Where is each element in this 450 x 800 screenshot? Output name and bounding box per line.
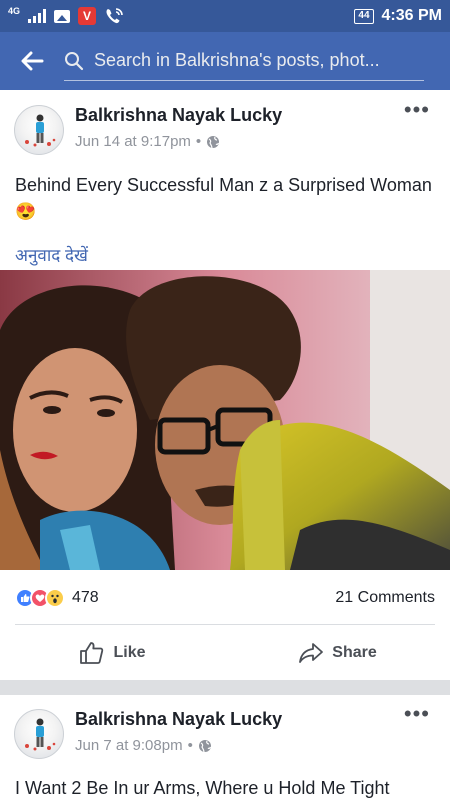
reactions-summary[interactable]: 478 21 Comments <box>0 578 450 618</box>
post-author[interactable]: Balkrishna Nayak Lucky <box>75 105 282 126</box>
post-actions: Like Share <box>0 627 450 679</box>
signal-icon <box>28 9 47 23</box>
globe-icon <box>198 739 211 752</box>
share-label: Share <box>332 644 377 661</box>
divider <box>15 624 435 625</box>
post-text: Behind Every Successful Man z a Surprise… <box>15 175 432 221</box>
back-button[interactable] <box>0 32 64 90</box>
share-icon <box>299 643 324 663</box>
like-button[interactable]: Like <box>0 627 225 679</box>
meta-separator: • <box>187 737 193 754</box>
back-arrow-icon <box>21 51 44 71</box>
like-icon <box>80 642 104 664</box>
post-text: I Want 2 Be In ur Arms, Where u Hold Me … <box>15 778 390 798</box>
clock: 4:36 PM <box>381 7 442 24</box>
comments-count-link[interactable]: 21 Comments <box>335 589 435 607</box>
search-bar[interactable]: Search in Balkrishna's posts, phot... <box>64 41 424 81</box>
network-type: 4G <box>8 5 21 16</box>
post-photo[interactable] <box>0 270 450 570</box>
status-bar: 4G V 44 4:36 PM <box>0 0 450 32</box>
heart-eyes-emoji: 😍 <box>15 202 37 221</box>
more-icon: ••• <box>403 97 430 122</box>
gallery-notification-icon <box>54 9 71 23</box>
post-meta: Jun 14 at 9:17pm • <box>75 133 220 150</box>
search-icon <box>65 51 84 70</box>
search-input[interactable]: Search in Balkrishna's posts, phot... <box>94 50 414 71</box>
battery-indicator: 44 <box>354 8 374 24</box>
call-notification-icon <box>106 8 123 24</box>
post-author[interactable]: Balkrishna Nayak Lucky <box>75 709 282 730</box>
post-timestamp[interactable]: Jun 7 at 9:08pm <box>75 737 183 754</box>
search-header: Search in Balkrishna's posts, phot... <box>0 32 450 90</box>
wow-reaction-icon <box>45 588 65 608</box>
feed-separator <box>0 680 450 695</box>
reaction-count: 478 <box>72 589 99 606</box>
post-meta: Jun 7 at 9:08pm • <box>75 737 212 754</box>
post-card: Balkrishna Nayak Lucky Jun 7 at 9:08pm •… <box>0 695 450 800</box>
avatar[interactable] <box>14 105 64 155</box>
share-button[interactable]: Share <box>225 627 450 679</box>
more-icon: ••• <box>403 701 430 726</box>
meta-separator: • <box>195 133 202 150</box>
post-header: Balkrishna Nayak Lucky Jun 14 at 9:17pm … <box>0 91 450 163</box>
see-translation-link[interactable]: अनुवाद देखें <box>15 243 88 266</box>
post-timestamp[interactable]: Jun 14 at 9:17pm <box>75 133 191 150</box>
more-options-button[interactable]: ••• <box>404 703 430 725</box>
post-header: Balkrishna Nayak Lucky Jun 7 at 9:08pm •… <box>0 695 450 767</box>
like-label: Like <box>113 644 146 661</box>
globe-icon <box>207 135 220 148</box>
avatar[interactable] <box>14 709 64 759</box>
more-options-button[interactable]: ••• <box>404 99 430 121</box>
vidmate-notification-icon: V <box>78 7 97 25</box>
